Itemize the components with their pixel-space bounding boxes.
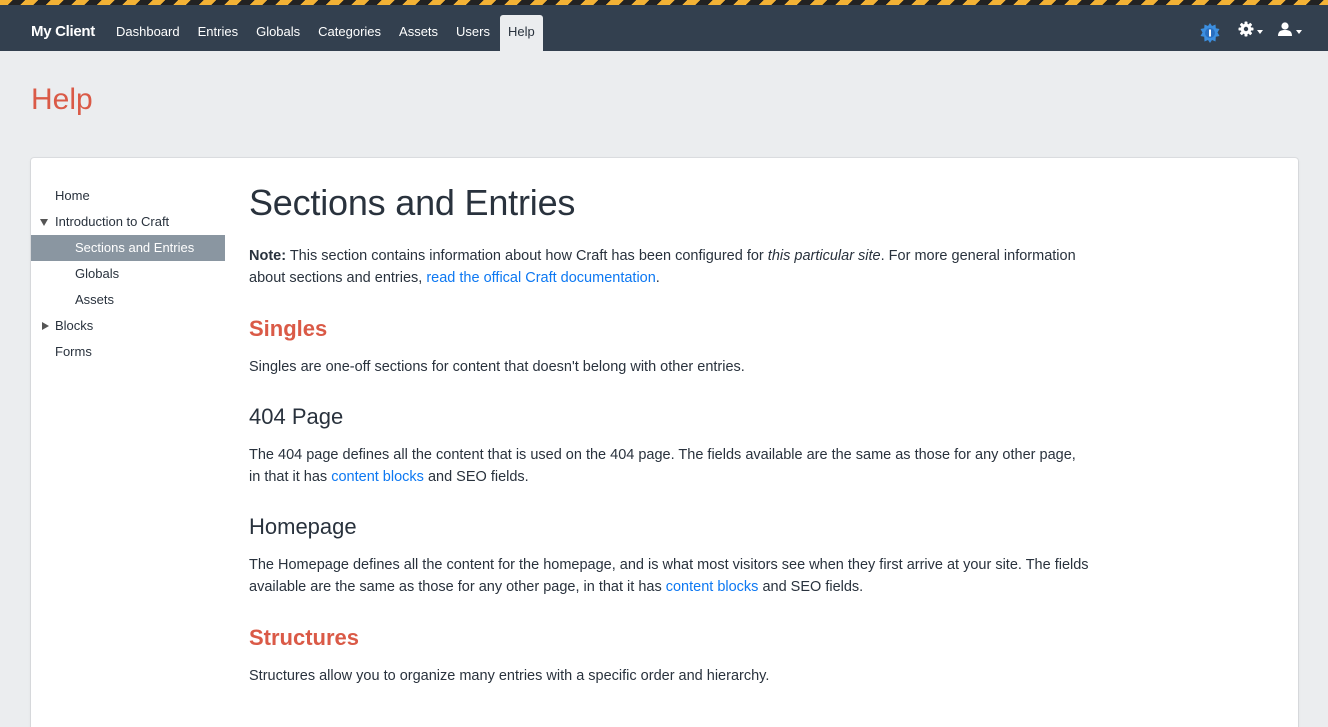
nav-assets[interactable]: Assets: [391, 15, 446, 51]
content-blocks-link[interactable]: content blocks: [666, 579, 759, 595]
top-bar: My Client Dashboard Entries Globals Cate…: [0, 0, 1328, 51]
sidebar-item-blocks[interactable]: Blocks: [31, 313, 225, 339]
paragraph-text: and SEO fields.: [758, 579, 864, 595]
nav-entries[interactable]: Entries: [190, 15, 246, 51]
nav-categories[interactable]: Categories: [310, 15, 389, 51]
note-text: This section contains information about …: [286, 248, 768, 264]
singles-paragraph: Singles are one-off sections for content…: [249, 359, 745, 375]
gear-icon: [1238, 21, 1254, 42]
nav-dashboard[interactable]: Dashboard: [108, 15, 188, 51]
chevron-down-icon: [1257, 29, 1263, 34]
sidebar-item-sections-and-entries[interactable]: Sections and Entries: [31, 235, 225, 261]
paragraph-text: and SEO fields.: [423, 469, 529, 485]
content-blocks-link[interactable]: content blocks: [331, 469, 424, 485]
sidebar-item-home[interactable]: Home: [31, 183, 225, 209]
sidebar-item-label: Introduction to Craft: [55, 214, 170, 229]
page-404-paragraph: The 404 page defines all the content tha…: [249, 444, 1089, 488]
help-article: Sections and Entries Note: This section …: [249, 182, 1089, 687]
expand-toggle-icon[interactable]: [40, 219, 48, 226]
sidebar-item-forms[interactable]: Forms: [31, 339, 225, 365]
user-menu[interactable]: [1277, 22, 1302, 41]
structures-heading: Structures: [249, 625, 360, 650]
page-title: Help: [31, 83, 93, 116]
user-icon: [1277, 22, 1293, 41]
help-sidebar: Home Introduction to Craft Sections and …: [31, 183, 225, 365]
nav-globals[interactable]: Globals: [248, 15, 308, 51]
main-nav: Dashboard Entries Globals Categories Ass…: [108, 15, 545, 51]
sidebar-item-globals[interactable]: Globals: [31, 261, 225, 287]
note-emphasis: this particular site: [767, 248, 881, 264]
homepage-paragraph: The Homepage defines all the content for…: [249, 554, 1089, 598]
article-title: Sections and Entries: [249, 182, 576, 223]
content-panel: Home Introduction to Craft Sections and …: [31, 158, 1298, 727]
sidebar-item-assets[interactable]: Assets: [31, 287, 225, 313]
note-paragraph: Note: This section contains information …: [249, 245, 1089, 289]
sidebar-item-introduction[interactable]: Introduction to Craft: [31, 209, 225, 235]
settings-menu[interactable]: [1238, 21, 1263, 42]
nav-users[interactable]: Users: [448, 15, 498, 51]
chevron-down-icon: [1296, 29, 1302, 34]
structures-paragraph: Structures allow you to organize many en…: [249, 668, 770, 684]
singles-heading: Singles: [249, 316, 328, 341]
collapse-toggle-icon[interactable]: [42, 322, 49, 330]
craft-docs-link[interactable]: read the offical Craft documentation: [426, 270, 655, 286]
page-404-heading: 404 Page: [249, 404, 344, 429]
site-name-link[interactable]: My Client: [31, 16, 95, 48]
header-actions: [1200, 21, 1302, 43]
note-text: .: [655, 270, 660, 286]
note-label: Note:: [249, 248, 287, 264]
nav-help[interactable]: Help: [500, 15, 543, 51]
sidebar-item-label: Blocks: [55, 318, 94, 333]
update-badge-icon[interactable]: [1200, 22, 1220, 43]
hazard-stripe: [0, 0, 1328, 5]
homepage-heading: Homepage: [249, 514, 357, 539]
